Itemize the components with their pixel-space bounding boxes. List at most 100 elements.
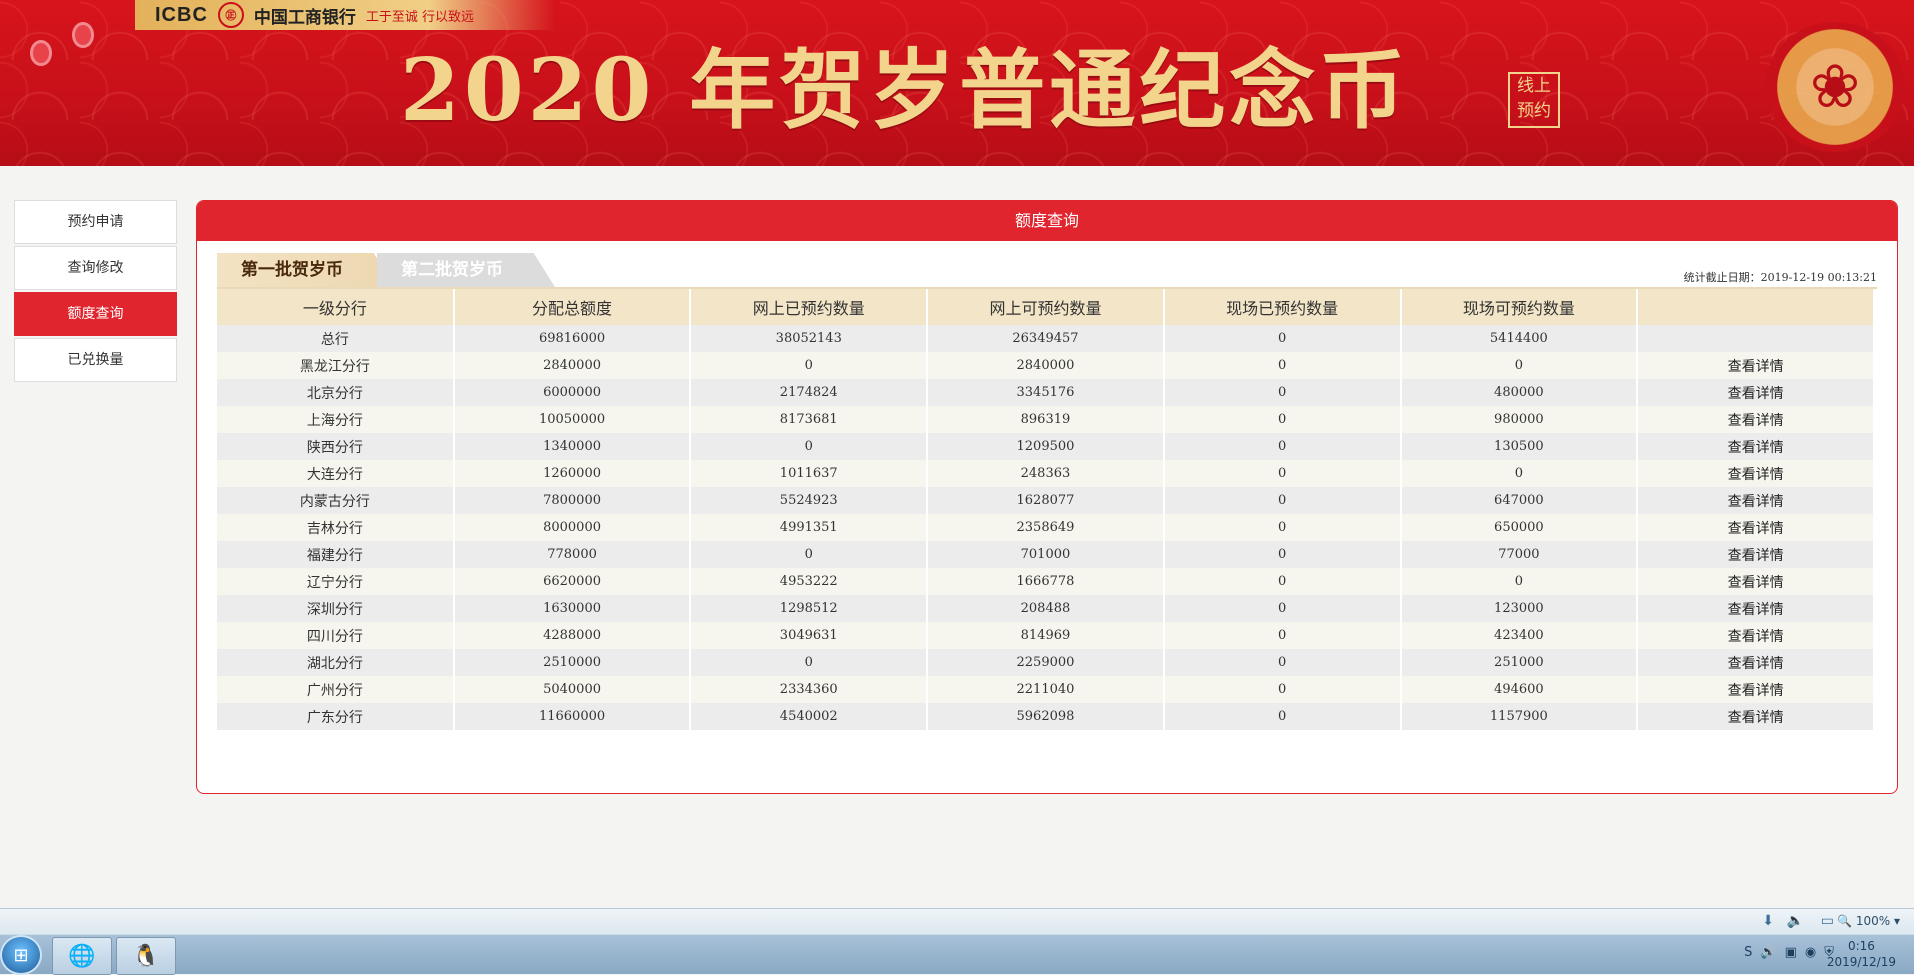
table-row: 吉林分行 8000000 4991351 2358649 0 650000 查看详情 xyxy=(217,514,1875,541)
online-available-cell: 1628077 xyxy=(927,487,1165,514)
site-available-cell: 480000 xyxy=(1400,379,1639,406)
view-detail-link[interactable]: 查看详情 xyxy=(1637,703,1875,730)
online-available-cell: 2259000 xyxy=(927,649,1165,676)
col-header-online-available: 网上可预约数量 xyxy=(927,289,1165,325)
view-detail-link[interactable]: 查看详情 xyxy=(1637,487,1875,514)
view-detail-link[interactable]: 查看详情 xyxy=(1637,676,1875,703)
tab-second-batch[interactable]: 第二批贺岁币 xyxy=(377,253,555,287)
col-header-branch: 一级分行 xyxy=(217,289,455,325)
panel-title: 额度查询 xyxy=(197,201,1897,241)
site-available-cell: 130500 xyxy=(1400,433,1639,460)
branch-name-cell: 吉林分行 xyxy=(217,514,455,541)
online-booked-cell: 0 xyxy=(690,649,929,676)
lantern-icon xyxy=(72,22,94,48)
header-banner: ICBC ㊣ 中国工商银行 工于至诚 行以致远 2020 年贺岁普通纪念币 线上… xyxy=(0,0,1914,166)
sidebar-item-redeemed[interactable]: 已兑换量 xyxy=(14,338,177,382)
total-quota-cell: 778000 xyxy=(453,541,692,568)
view-detail-link[interactable]: 查看详情 xyxy=(1637,406,1875,433)
qq-taskbar-icon[interactable]: 🐧 xyxy=(116,937,176,975)
view-detail-link[interactable]: 查看详情 xyxy=(1637,379,1875,406)
online-booked-cell: 0 xyxy=(690,433,929,460)
branch-name-cell: 湖北分行 xyxy=(217,649,455,676)
online-available-cell: 701000 xyxy=(927,541,1165,568)
site-booked-cell: 0 xyxy=(1163,568,1402,595)
quota-panel: 额度查询 第一批贺岁币 第二批贺岁币 统计截止日期：2019-12-19 00:… xyxy=(196,200,1898,794)
view-detail-link[interactable]: 查看详情 xyxy=(1637,352,1875,379)
view-detail-link[interactable]: 查看详情 xyxy=(1637,649,1875,676)
branch-name-cell: 上海分行 xyxy=(217,406,455,433)
view-detail-link[interactable]: 查看详情 xyxy=(1637,460,1875,487)
site-booked-cell: 0 xyxy=(1163,622,1402,649)
qq-icon[interactable]: ◉ xyxy=(1805,945,1816,960)
site-booked-cell: 0 xyxy=(1163,352,1402,379)
system-clock[interactable]: 0:16 2019/12/19 xyxy=(1827,938,1896,970)
site-booked-cell: 0 xyxy=(1163,541,1402,568)
online-available-cell: 1209500 xyxy=(927,433,1165,460)
zoom-control[interactable]: 🔍 100% ▾ xyxy=(1837,914,1900,928)
windows-taskbar: ⊞ 🌐 🐧 S 🔊 ▣ ◉ ⛨ 0:16 2019/12/19 xyxy=(0,934,1914,975)
site-booked-cell: 0 xyxy=(1163,379,1402,406)
site-available-cell: 423400 xyxy=(1400,622,1639,649)
batch-tabs: 第一批贺岁币 第二批贺岁币 统计截止日期：2019-12-19 00:13:21 xyxy=(217,253,1877,289)
online-booked-cell: 0 xyxy=(690,541,929,568)
online-booked-cell: 2334360 xyxy=(690,676,929,703)
online-booked-cell: 1011637 xyxy=(690,460,929,487)
online-booked-cell: 5524923 xyxy=(690,487,929,514)
table-row: 北京分行 6000000 2174824 3345176 0 480000 查看详情 xyxy=(217,379,1875,406)
tab-first-batch[interactable]: 第一批贺岁币 xyxy=(217,253,395,287)
browser-taskbar-icon[interactable]: 🌐 xyxy=(52,937,112,975)
sidebar-item-quota-query[interactable]: 额度查询 xyxy=(14,292,177,336)
total-quota-cell: 1630000 xyxy=(453,595,692,622)
table-row: 总行 69816000 38052143 26349457 0 5414400 xyxy=(217,325,1875,352)
network-icon[interactable]: ▣ xyxy=(1785,945,1797,960)
zodiac-rat-icon: ❀ xyxy=(1765,22,1905,152)
table-header-row: 一级分行 分配总额度 网上已预约数量 网上可预约数量 现场已预约数量 现场可预约… xyxy=(217,289,1875,325)
table-row: 广州分行 5040000 2334360 2211040 0 494600 查看详情 xyxy=(217,676,1875,703)
branch-name-cell: 深圳分行 xyxy=(217,595,455,622)
online-booked-cell: 8173681 xyxy=(690,406,929,433)
total-quota-cell: 6620000 xyxy=(453,568,692,595)
logo-text: ICBC xyxy=(155,3,208,26)
table-row: 黑龙江分行 2840000 0 2840000 0 0 查看详情 xyxy=(217,352,1875,379)
speaker-icon[interactable]: 🔈 xyxy=(1787,913,1804,929)
view-detail-link[interactable]: 查看详情 xyxy=(1637,541,1875,568)
volume-icon[interactable]: 🔊 xyxy=(1760,945,1776,960)
site-available-cell: 77000 xyxy=(1400,541,1639,568)
branch-name-cell: 总行 xyxy=(217,325,455,352)
site-booked-cell: 0 xyxy=(1163,514,1402,541)
browser-status-bar: ⬇ 🔈 ▭ 🔍 100% ▾ xyxy=(0,908,1914,935)
compat-icon[interactable]: ▭ xyxy=(1821,913,1834,929)
start-button[interactable]: ⊞ xyxy=(2,937,40,973)
online-available-cell: 5962098 xyxy=(927,703,1165,730)
table-row: 大连分行 1260000 1011637 248363 0 0 查看详情 xyxy=(217,460,1875,487)
table-row: 福建分行 778000 0 701000 0 77000 查看详情 xyxy=(217,541,1875,568)
online-booked-cell: 4953222 xyxy=(690,568,929,595)
total-quota-cell: 1340000 xyxy=(453,433,692,460)
view-detail-link[interactable]: 查看详情 xyxy=(1637,595,1875,622)
online-booked-cell: 4991351 xyxy=(690,514,929,541)
view-detail-link xyxy=(1637,325,1875,352)
online-reservation-badge: 线上 预约 xyxy=(1508,72,1560,128)
site-booked-cell: 0 xyxy=(1163,460,1402,487)
online-booked-cell: 0 xyxy=(690,352,929,379)
view-detail-link[interactable]: 查看详情 xyxy=(1637,514,1875,541)
online-available-cell: 2840000 xyxy=(927,352,1165,379)
site-booked-cell: 0 xyxy=(1163,406,1402,433)
branch-name-cell: 内蒙古分行 xyxy=(217,487,455,514)
sidebar-item-reservation[interactable]: 预约申请 xyxy=(14,200,177,244)
sidebar-item-query-modify[interactable]: 查询修改 xyxy=(14,246,177,290)
view-detail-link[interactable]: 查看详情 xyxy=(1637,622,1875,649)
zoom-level: 100% xyxy=(1855,914,1891,928)
col-header-total: 分配总额度 xyxy=(453,289,692,325)
branch-name-cell: 广州分行 xyxy=(217,676,455,703)
view-detail-link[interactable]: 查看详情 xyxy=(1637,568,1875,595)
online-available-cell: 208488 xyxy=(927,595,1165,622)
quota-table: 一级分行 分配总额度 网上已预约数量 网上可预约数量 现场已预约数量 现场可预约… xyxy=(217,289,1875,730)
sidebar-nav: 预约申请 查询修改 额度查询 已兑换量 xyxy=(14,200,177,384)
branch-name-cell: 辽宁分行 xyxy=(217,568,455,595)
sogou-icon[interactable]: S xyxy=(1744,945,1752,960)
view-detail-link[interactable]: 查看详情 xyxy=(1637,433,1875,460)
site-available-cell: 650000 xyxy=(1400,514,1639,541)
site-available-cell: 647000 xyxy=(1400,487,1639,514)
download-icon[interactable]: ⬇ xyxy=(1762,913,1774,929)
